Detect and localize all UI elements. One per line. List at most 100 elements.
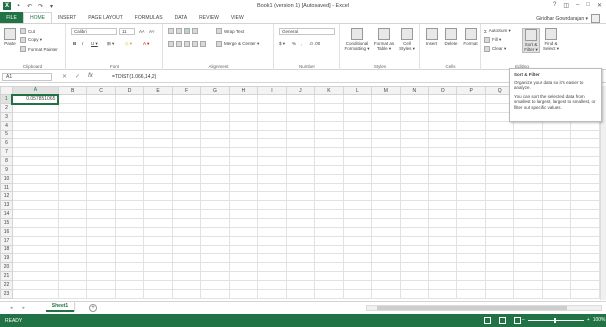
cell[interactable]	[114, 191, 145, 202]
cell[interactable]	[541, 191, 572, 202]
cell[interactable]	[570, 288, 600, 299]
cell[interactable]	[228, 271, 259, 281]
cell[interactable]	[570, 182, 600, 193]
cell[interactable]	[399, 235, 430, 246]
cell[interactable]	[143, 147, 173, 158]
cell[interactable]	[57, 129, 88, 140]
cell[interactable]	[86, 288, 116, 299]
cut-button[interactable]: Cut	[20, 28, 35, 34]
cell[interactable]	[371, 235, 401, 246]
cell[interactable]	[342, 103, 373, 113]
cell[interactable]	[371, 103, 401, 113]
cell[interactable]	[114, 147, 145, 158]
cell[interactable]	[257, 209, 287, 219]
cell[interactable]	[228, 209, 259, 219]
cell[interactable]	[143, 200, 173, 211]
cell[interactable]	[228, 288, 259, 299]
cell[interactable]	[342, 156, 373, 166]
cell[interactable]	[371, 288, 401, 299]
cell[interactable]	[114, 94, 145, 104]
cell[interactable]	[86, 156, 116, 166]
cell[interactable]	[427, 120, 458, 131]
cell[interactable]	[399, 173, 430, 184]
column-header-h[interactable]: H	[228, 86, 259, 95]
cell[interactable]	[371, 173, 401, 184]
cell[interactable]	[143, 120, 173, 131]
cell[interactable]	[342, 271, 373, 281]
minimize-button[interactable]: –	[576, 2, 579, 9]
cell[interactable]	[228, 253, 259, 264]
cell[interactable]	[541, 271, 572, 281]
cell[interactable]	[285, 279, 316, 290]
cell[interactable]	[484, 164, 515, 175]
cell[interactable]	[57, 200, 88, 211]
row-header-3[interactable]: 3	[0, 111, 13, 122]
cell[interactable]	[570, 253, 600, 264]
cell[interactable]	[200, 173, 230, 184]
cell[interactable]	[86, 271, 116, 281]
cell[interactable]	[456, 103, 486, 113]
cell[interactable]	[427, 147, 458, 158]
cell[interactable]	[399, 120, 430, 131]
cell[interactable]	[456, 111, 486, 122]
cell[interactable]	[114, 111, 145, 122]
cell[interactable]	[57, 288, 88, 299]
cell[interactable]	[200, 288, 230, 299]
cell[interactable]	[57, 173, 88, 184]
column-header-n[interactable]: N	[399, 86, 430, 95]
cell[interactable]	[114, 156, 145, 166]
cell[interactable]	[484, 288, 515, 299]
cell[interactable]	[456, 217, 486, 228]
row-header-20[interactable]: 20	[0, 262, 13, 273]
cell[interactable]	[257, 129, 287, 140]
cell[interactable]	[427, 235, 458, 246]
cell[interactable]	[257, 173, 287, 184]
cell[interactable]	[57, 138, 88, 149]
cell[interactable]	[399, 209, 430, 219]
cell[interactable]	[342, 147, 373, 158]
cell[interactable]	[11, 226, 59, 237]
cell[interactable]	[11, 235, 59, 246]
cell[interactable]	[11, 111, 59, 122]
cell[interactable]	[257, 253, 287, 264]
cell[interactable]	[57, 226, 88, 237]
cell[interactable]	[86, 235, 116, 246]
cell[interactable]	[171, 129, 202, 140]
decimal-buttons[interactable]: .0 .00	[309, 41, 320, 46]
cell[interactable]	[484, 271, 515, 281]
cell[interactable]	[570, 173, 600, 184]
column-header-l[interactable]: L	[342, 86, 373, 95]
cell[interactable]	[143, 129, 173, 140]
cell[interactable]	[285, 138, 316, 149]
cell[interactable]	[171, 200, 202, 211]
cell[interactable]	[11, 271, 59, 281]
cell[interactable]	[285, 200, 316, 211]
copy-button[interactable]: Copy ▾	[20, 37, 42, 43]
cell[interactable]	[257, 94, 287, 104]
cell[interactable]	[570, 164, 600, 175]
cell[interactable]	[541, 156, 572, 166]
row-header-21[interactable]: 21	[0, 271, 13, 281]
cell[interactable]	[200, 271, 230, 281]
cell[interactable]	[570, 129, 600, 140]
cell[interactable]	[427, 279, 458, 290]
cell[interactable]	[314, 147, 344, 158]
cell[interactable]	[86, 209, 116, 219]
cell[interactable]	[371, 164, 401, 175]
font-color-button[interactable]: A ▾	[143, 41, 149, 47]
cell[interactable]	[427, 103, 458, 113]
cell[interactable]	[57, 253, 88, 264]
tab-page-layout[interactable]: PAGE LAYOUT	[82, 12, 129, 23]
cell[interactable]	[86, 111, 116, 122]
cell[interactable]	[114, 244, 145, 255]
cell[interactable]	[427, 156, 458, 166]
cell[interactable]	[570, 209, 600, 219]
delete-button[interactable]: Delete	[441, 28, 461, 46]
cell[interactable]	[570, 279, 600, 290]
normal-view-icon[interactable]	[484, 317, 491, 324]
next-sheet-icon[interactable]: ▸	[23, 305, 26, 311]
shrink-font-button[interactable]: A˅	[149, 29, 155, 34]
cell[interactable]	[399, 217, 430, 228]
cell[interactable]	[228, 191, 259, 202]
cell[interactable]	[11, 244, 59, 255]
